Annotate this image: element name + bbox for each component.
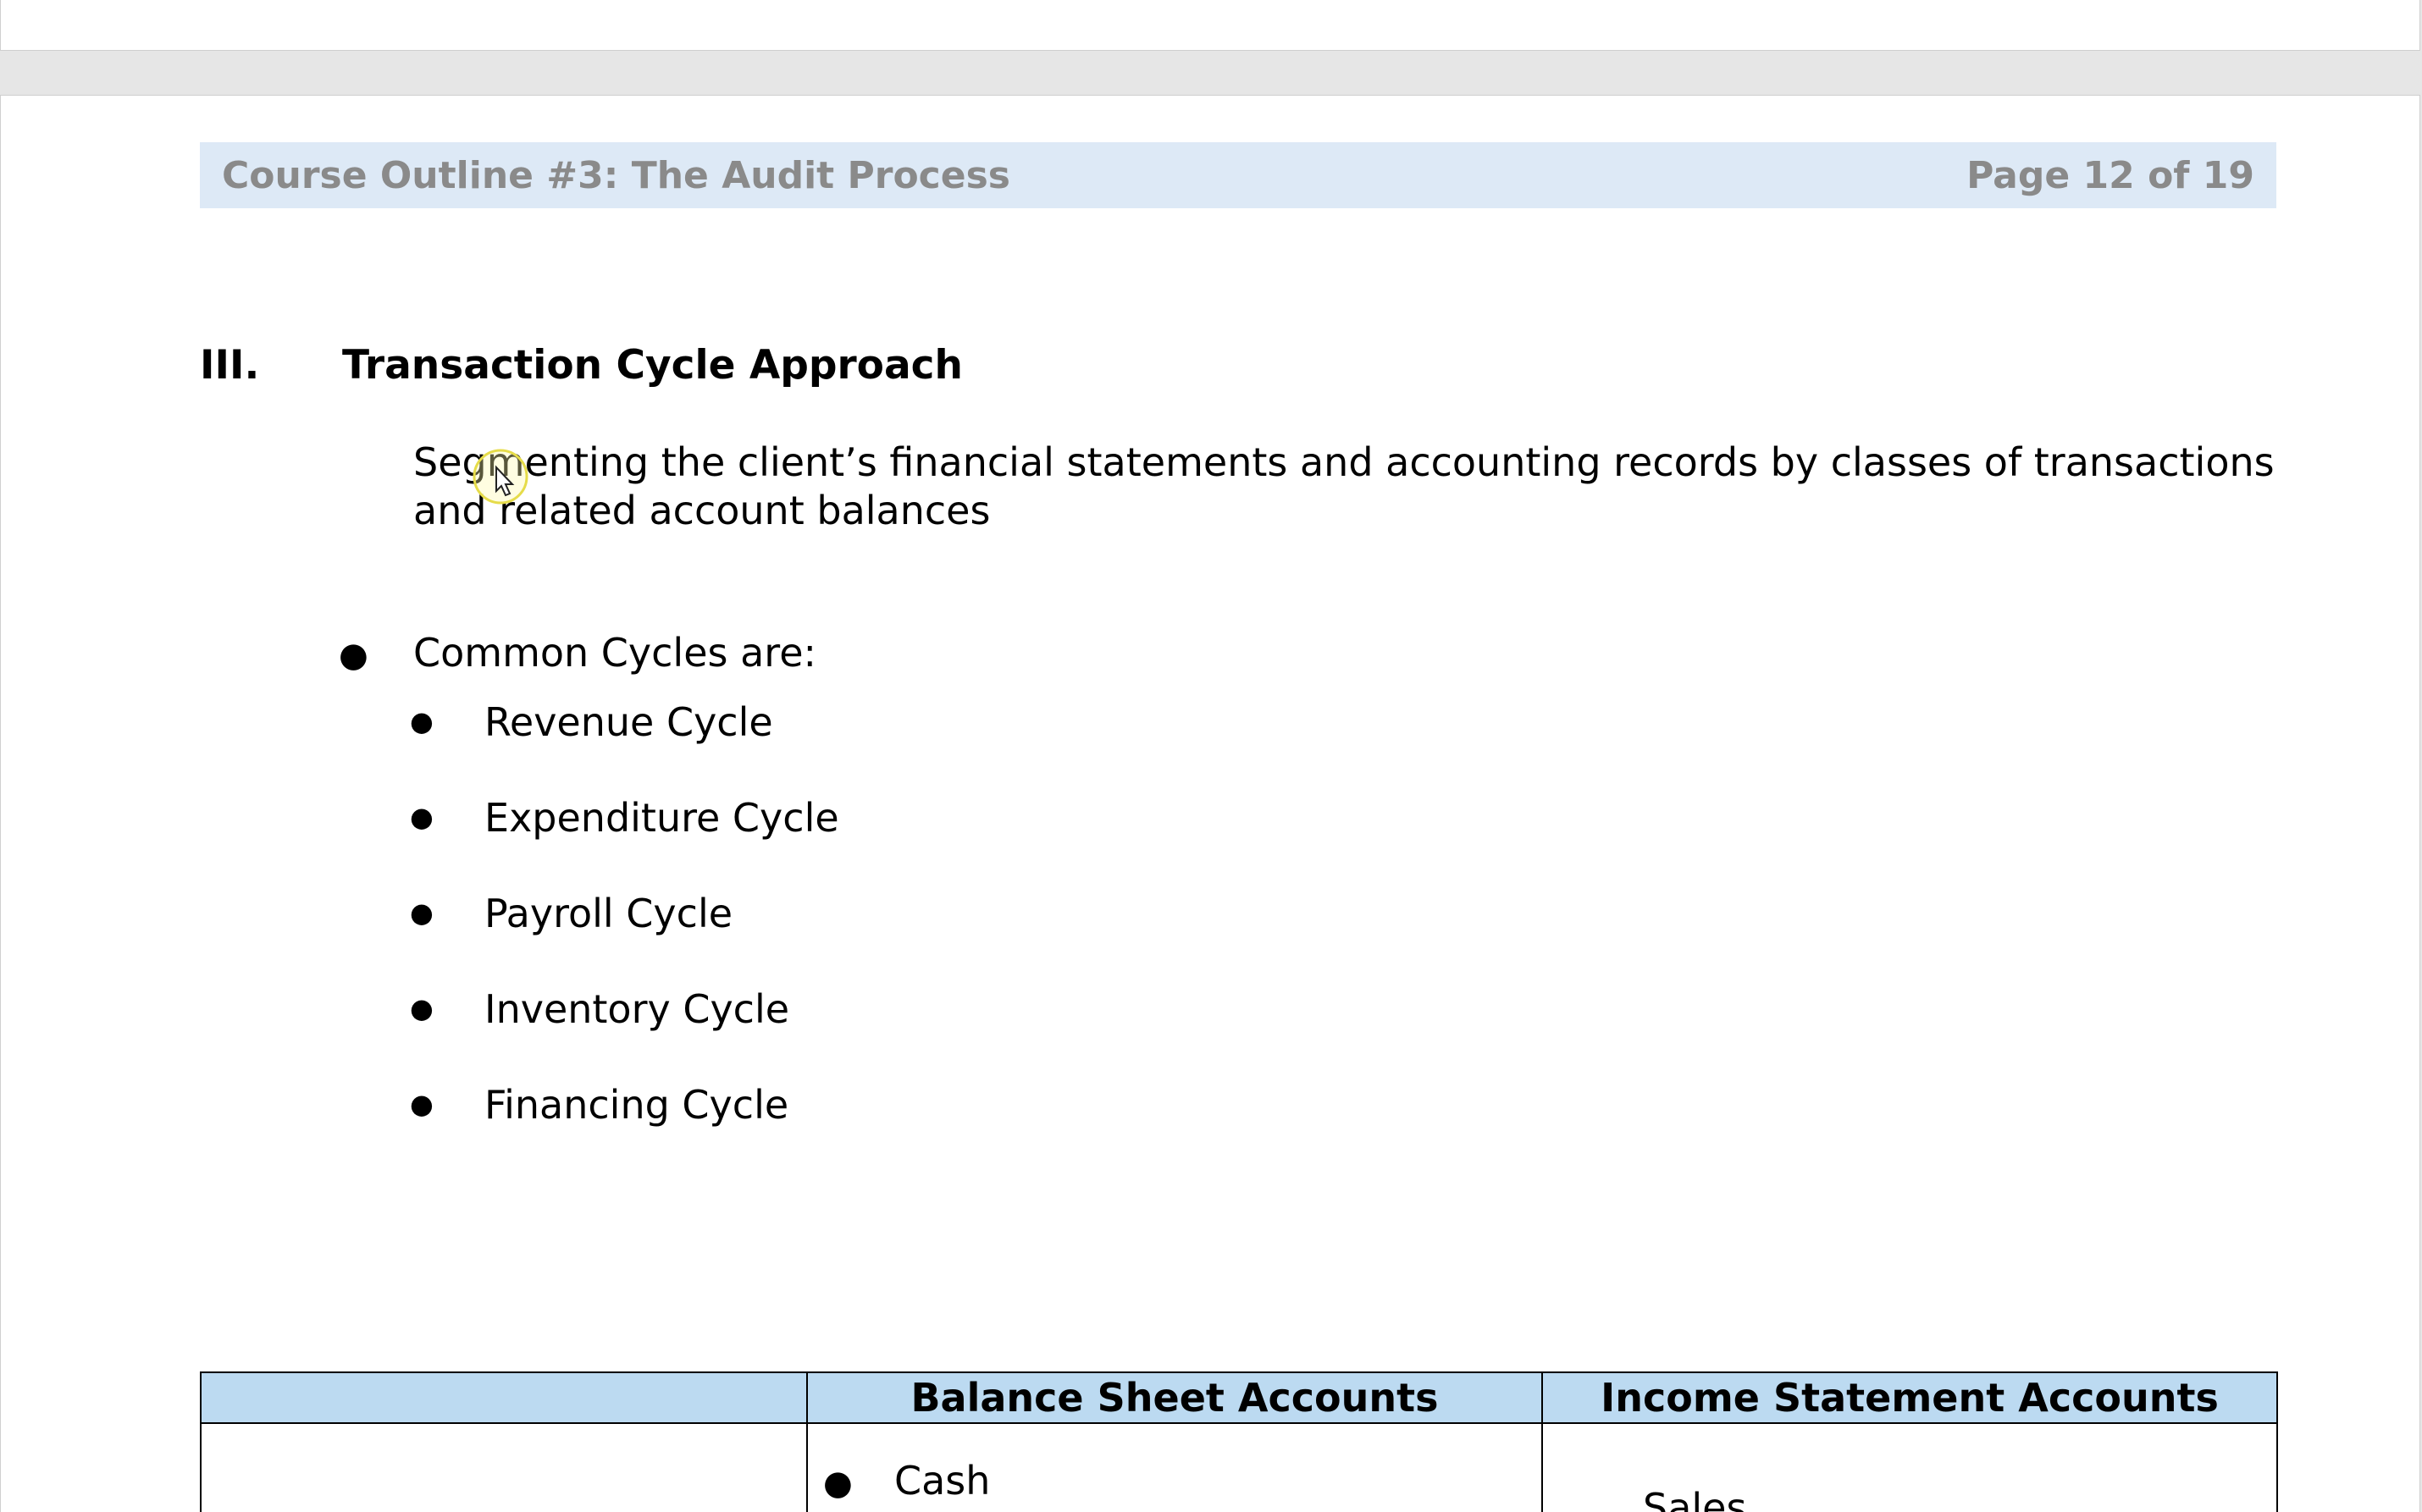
table-cell (200, 1422, 808, 1512)
table-header-row: Balance Sheet Accounts Income Statement … (200, 1371, 2278, 1424)
list-item: ● Revenue Cycle (410, 699, 773, 745)
section-heading: III. Transaction Cycle Approach (200, 342, 963, 389)
list-item: Sales (1643, 1485, 1747, 1512)
table-header-cell: Income Statement Accounts (1541, 1371, 2278, 1424)
intro-paragraph: Segmenting the client’s financial statem… (413, 439, 2275, 533)
table-header-cell: Balance Sheet Accounts (806, 1371, 1543, 1424)
common-cycles-label: Common Cycles are: (413, 630, 816, 676)
list-item: ● Expenditure Cycle (410, 795, 839, 841)
table-cell: Sales (1541, 1422, 2278, 1512)
running-header: Course Outline #3: The Audit Process Pag… (200, 142, 2276, 208)
bullet-icon: ● (410, 897, 434, 929)
bullet-icon: ● (410, 705, 434, 737)
common-cycles-bullet: ● Common Cycles are: (339, 630, 816, 676)
page-indicator: Page 12 of 19 (1966, 153, 2254, 197)
list-item: ● Financing Cycle (410, 1082, 789, 1128)
bullet-icon: ● (410, 1088, 434, 1120)
previous-page (0, 0, 2420, 51)
bullet-icon: ● (339, 636, 368, 675)
cycles-list: ● Revenue Cycle ● Expenditure Cycle ● Payro… (410, 699, 839, 1178)
list-item: ● Payroll Cycle (410, 891, 733, 936)
list-item: ● Cash (823, 1458, 991, 1504)
bullet-icon: ● (410, 992, 434, 1024)
list-item: ● Inventory Cycle (410, 986, 790, 1032)
table-row: ● Cash Sales (200, 1422, 2278, 1512)
accounts-table: Balance Sheet Accounts Income Statement … (200, 1371, 2278, 1512)
bullet-icon: ● (410, 801, 434, 833)
table-cell: ● Cash (806, 1422, 1543, 1512)
table-header-cell (200, 1371, 808, 1424)
document-page (0, 95, 2420, 1512)
section-number: III. (200, 342, 260, 389)
document-viewer[interactable]: Course Outline #3: The Audit Process Pag… (0, 0, 2422, 1512)
mouse-pointer-icon (473, 449, 528, 505)
section-title: Transaction Cycle Approach (342, 342, 963, 389)
header-title: Course Outline #3: The Audit Process (222, 153, 1010, 197)
bullet-icon: ● (823, 1464, 853, 1503)
